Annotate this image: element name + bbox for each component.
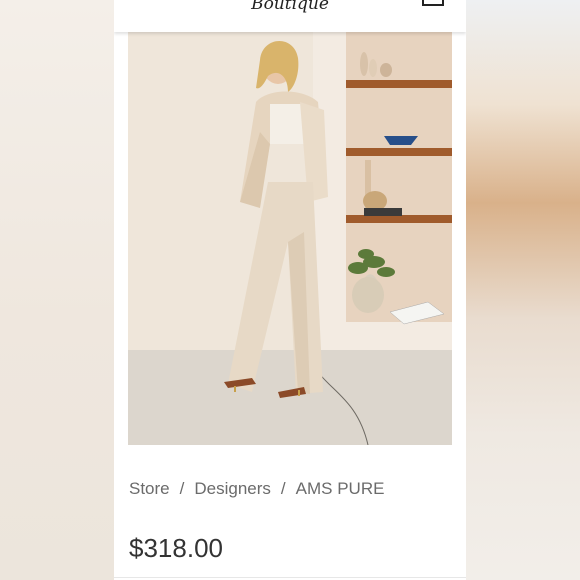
product-photo — [128, 32, 452, 445]
blurred-background-right — [466, 0, 580, 580]
mobile-page: Boutique Store / Designers / AMS PURE $3… — [114, 0, 466, 580]
boutique-logo[interactable]: Boutique — [114, 0, 466, 14]
product-price: $318.00 — [129, 533, 223, 563]
site-header: Boutique — [114, 0, 466, 32]
shopping-bag-icon[interactable] — [422, 0, 444, 6]
blurred-background-left — [0, 0, 114, 580]
breadcrumb-designers-link[interactable]: Designers — [194, 479, 271, 498]
breadcrumb: Store / Designers / AMS PURE — [129, 479, 384, 499]
breadcrumb-ams-pure-link[interactable]: AMS PURE — [296, 479, 385, 498]
breadcrumb-separator: / — [280, 479, 286, 498]
breadcrumb-store-link[interactable]: Store — [129, 479, 170, 498]
breadcrumb-separator: / — [179, 479, 185, 498]
divider — [114, 577, 466, 578]
